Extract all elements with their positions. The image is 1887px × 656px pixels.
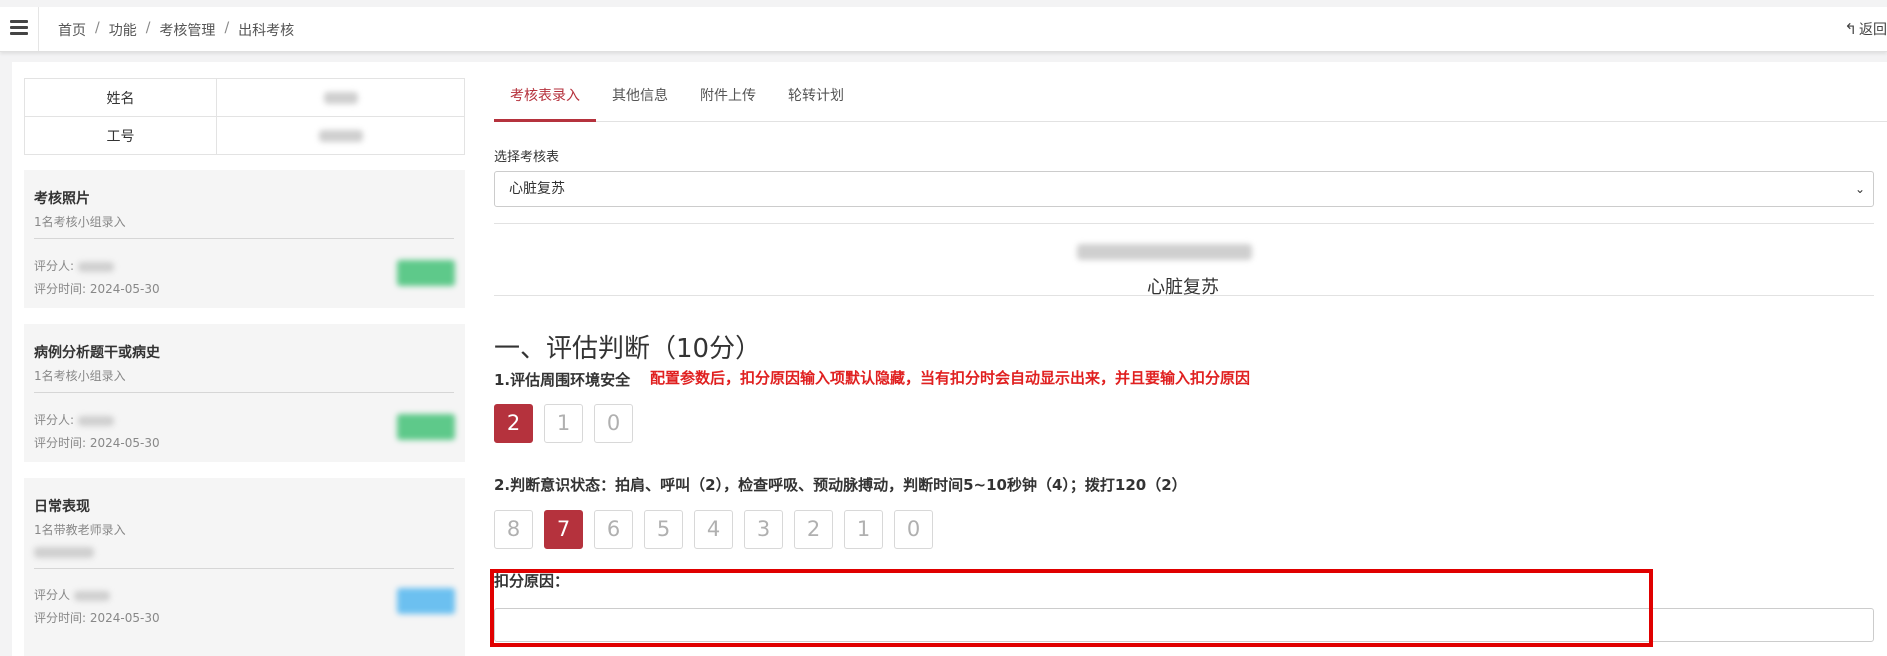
score-option[interactable]: 0 [594, 404, 633, 443]
score-option[interactable]: 1 [544, 404, 583, 443]
tab-exam-entry[interactable]: 考核表录入 [494, 78, 596, 122]
blurred-hospital-title [1077, 244, 1292, 260]
student-info-table: 姓名 工号 [24, 78, 465, 155]
select-value: 心脏复苏 [509, 181, 565, 197]
card-divider [34, 392, 454, 393]
card-scorer: 评分人: [34, 411, 114, 428]
return-arrow-icon: ↰ [1844, 20, 1857, 38]
name-label: 姓名 [24, 78, 217, 117]
card-subtitle: 1名带教老师录入 [34, 523, 126, 537]
employee-id-value [216, 116, 465, 155]
card-time: 评分时间: 2024-05-30 [34, 436, 160, 450]
card-time: 评分时间: 2024-05-30 [34, 282, 160, 296]
select-form-label: 选择考核表 [494, 150, 560, 165]
score-option[interactable]: 6 [594, 510, 633, 549]
back-button[interactable]: ↰ 返回 [1844, 19, 1887, 39]
breadcrumb-exam-management[interactable]: 考核管理 [159, 20, 215, 40]
breadcrumb-separator: / [145, 20, 151, 36]
score-option[interactable]: 2 [494, 404, 533, 443]
menu-toggle-icon[interactable] [10, 20, 28, 36]
breadcrumb-separator: / [224, 20, 230, 36]
question-1-text: 1.评估周围环境安全 [494, 371, 631, 389]
tab-bar: 考核表录入 其他信息 附件上传 轮转计划 [494, 78, 1887, 122]
employee-id-label: 工号 [24, 116, 217, 155]
tab-other-info[interactable]: 其他信息 [596, 78, 684, 122]
score-option[interactable]: 7 [544, 510, 583, 549]
card-subtitle: 1名考核小组录入 [34, 215, 126, 229]
score-option[interactable]: 5 [644, 510, 683, 549]
card-time: 评分时间: 2024-05-30 [34, 611, 160, 625]
card-divider [34, 568, 454, 569]
score-option[interactable]: 0 [894, 510, 933, 549]
tab-attachments[interactable]: 附件上传 [684, 78, 772, 122]
score-option[interactable]: 2 [794, 510, 833, 549]
score-option[interactable]: 1 [844, 510, 883, 549]
annotation-note: 配置参数后，扣分原因输入项默认隐藏，当有扣分时会自动显示出来，并且要输入扣分原因 [650, 369, 1251, 387]
deduct-reason-input[interactable] [494, 608, 1874, 642]
card-subtitle: 1名考核小组录入 [34, 369, 126, 383]
breadcrumb-current: 出科考核 [238, 23, 295, 39]
score-option[interactable]: 4 [694, 510, 733, 549]
card-scorer: 评分人 [34, 586, 110, 603]
divider [494, 223, 1874, 224]
card-divider [34, 238, 454, 239]
card-extra-blurred [34, 545, 94, 559]
score-option[interactable]: 8 [494, 510, 533, 549]
left-panel: 姓名 工号 考核照片 1名考核小组录入 评分人: 评分时间: 2024-05-3… [12, 62, 477, 656]
score-card-case-analysis[interactable]: 病例分析题干或病史 1名考核小组录入 评分人: 评分时间: 2024-05-30 [24, 324, 465, 462]
score-badge [397, 414, 455, 440]
score-card-daily-performance[interactable]: 日常表现 1名带教老师录入 评分人 评分时间: 2024-05-30 [24, 478, 465, 656]
section-heading: 一、评估判断（10分） [494, 334, 762, 364]
breadcrumb-home[interactable]: 首页 [58, 20, 86, 40]
navbar-divider [38, 7, 39, 51]
top-navbar: 首页 / 功能 / 考核管理 / 出科考核 ↰ 返回 [0, 0, 1887, 52]
score-card-photo[interactable]: 考核照片 1名考核小组录入 评分人: 评分时间: 2024-05-30 [24, 170, 465, 308]
chevron-down-icon: ⌄ [1854, 182, 1865, 196]
card-scorer: 评分人: [34, 257, 114, 274]
score-badge [397, 588, 455, 614]
card-title: 日常表现 [34, 499, 90, 515]
card-title: 病例分析题干或病史 [34, 345, 160, 361]
question-2-text: 2.判断意识状态：拍肩、呼叫（2），检查呼吸、预动脉搏动，判断时间5~10秒钟（… [494, 476, 1187, 494]
divider [494, 295, 1874, 296]
question-1-scores: 2 1 0 [494, 404, 633, 443]
tab-rotation-plan[interactable]: 轮转计划 [772, 78, 860, 122]
score-option[interactable]: 3 [744, 510, 783, 549]
question-2-scores: 8 7 6 5 4 3 2 1 0 [494, 510, 933, 549]
breadcrumb-function[interactable]: 功能 [109, 20, 137, 40]
back-label: 返回 [1859, 22, 1887, 38]
deduct-reason-label: 扣分原因： [494, 572, 570, 590]
card-title: 考核照片 [34, 191, 90, 207]
name-value [216, 78, 465, 117]
breadcrumb-separator: / [95, 20, 100, 36]
exam-form-select[interactable]: 心脏复苏 ⌄ [494, 171, 1874, 207]
score-badge [397, 260, 455, 286]
breadcrumb: 首页 / 功能 / 考核管理 / 出科考核 [58, 20, 294, 40]
main-panel: 考核表录入 其他信息 附件上传 轮转计划 选择考核表 心脏复苏 ⌄ 心脏复苏 一… [477, 62, 1887, 656]
